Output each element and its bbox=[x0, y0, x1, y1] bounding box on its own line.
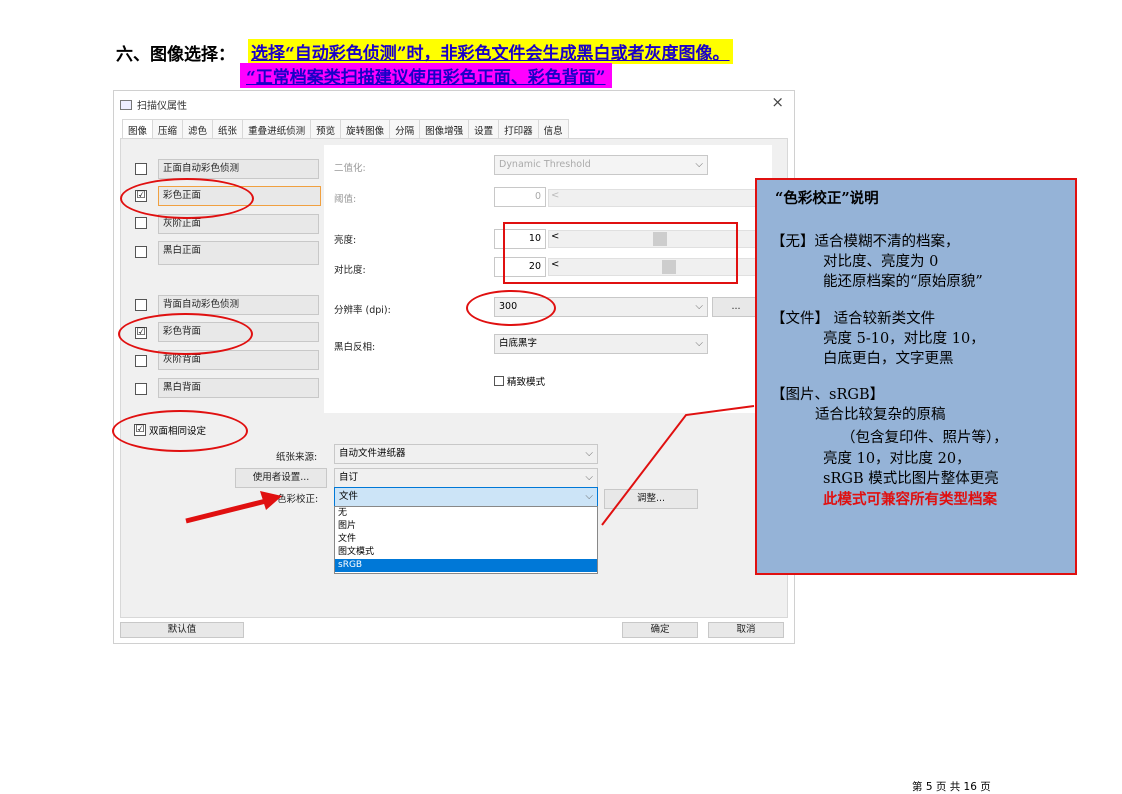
arrow-icon bbox=[260, 491, 282, 510]
callout-line bbox=[601, 405, 755, 526]
info-doc-line3: 白底更白，文字更黑 bbox=[823, 351, 954, 367]
info-none-line3: 能还原档案的“原始原貌” bbox=[823, 274, 983, 290]
info-pic-line3: （包含复印件、照片等）， bbox=[841, 430, 1008, 446]
info-title: “色彩校正”说明 bbox=[775, 190, 879, 207]
color-correction-info-panel: “色彩校正”说明 【无】适合模糊不清的档案， 对比度、亮度为 0 能还原档案的“… bbox=[755, 178, 1077, 575]
info-pic-heading: 【图片、sRGB】 bbox=[771, 387, 885, 403]
info-none-line2: 对比度、亮度为 0 bbox=[823, 254, 939, 270]
info-none-heading: 【无】适合模糊不清的档案， bbox=[771, 234, 960, 250]
info-pic-line4: 亮度 10，对比度 20， bbox=[823, 451, 971, 467]
info-doc-line2: 亮度 5-10，对比度 10， bbox=[823, 331, 985, 347]
info-pic-line5: sRGB 模式比图片整体更亮 bbox=[823, 471, 999, 487]
info-pic-line6: 此模式可兼容所有类型档案 bbox=[823, 491, 997, 508]
page-footer: 第 5 页 共 16 页 bbox=[912, 781, 991, 793]
info-doc-heading: 【文件】 适合较新类文件 bbox=[771, 311, 936, 327]
info-pic-line2: 适合比较复杂的原稿 bbox=[815, 407, 946, 423]
arrow-shaft bbox=[185, 498, 267, 524]
